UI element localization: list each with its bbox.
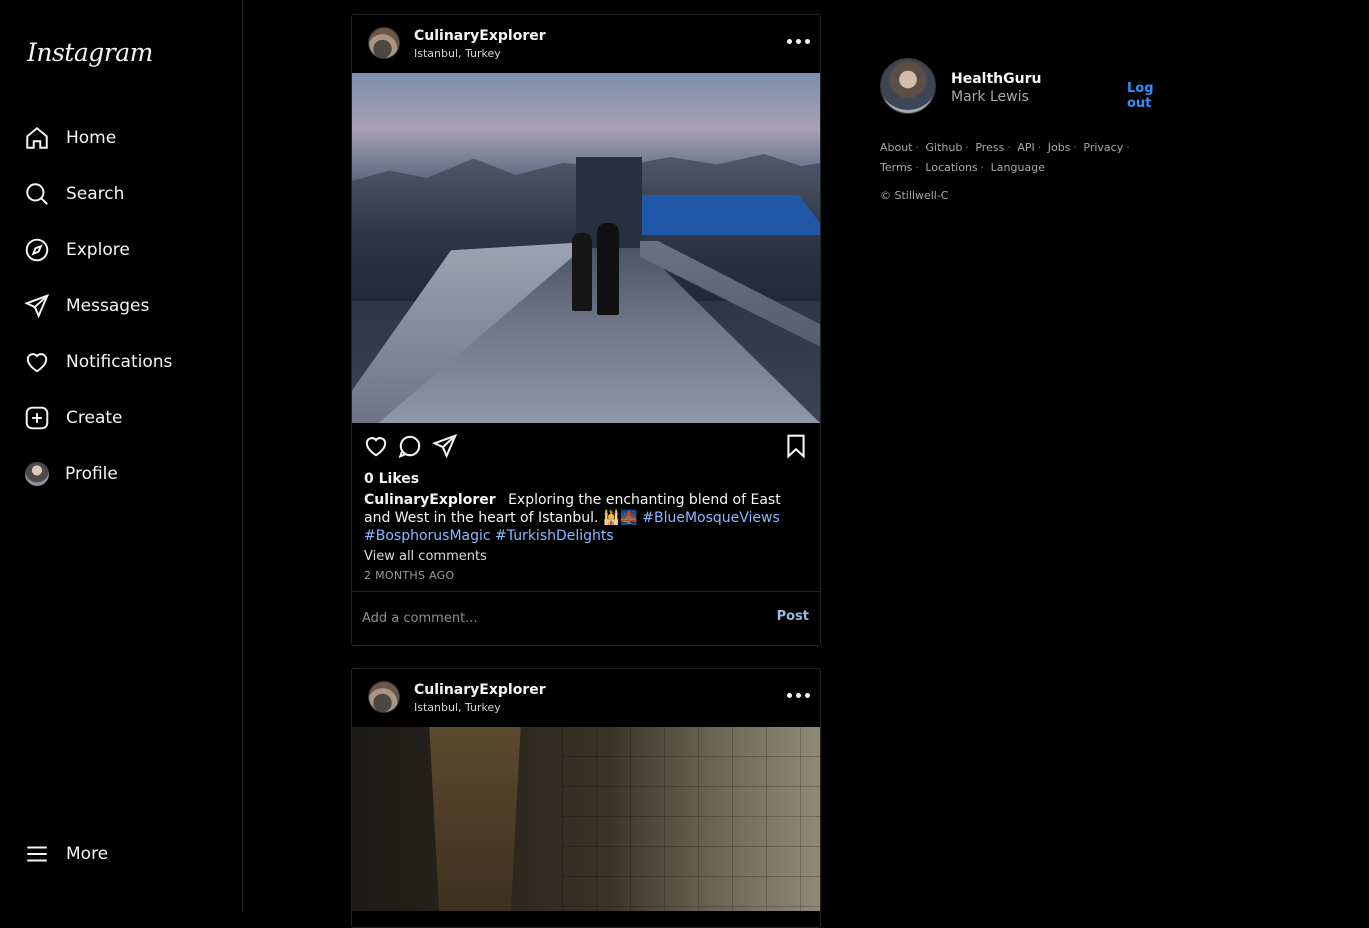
logout-button[interactable]: Log out	[1127, 81, 1180, 111]
hashtag[interactable]: #BlueMosqueViews	[642, 510, 780, 526]
sidebar-item-label: Home	[66, 128, 117, 148]
likes-count[interactable]: 0 Likes	[352, 467, 820, 489]
plus-square-icon	[25, 406, 49, 430]
footer-link-terms[interactable]: Terms	[880, 161, 912, 174]
hashtag[interactable]: #BosphorusMagic	[364, 528, 491, 544]
more-options-icon[interactable]	[784, 684, 812, 706]
send-icon	[24, 294, 50, 319]
footer-links: About · Github · Press · API · Jobs · Privacy…	[880, 141, 1130, 174]
sidebar-item-explore[interactable]: Explore	[24, 230, 130, 270]
post-location[interactable]: Istanbul, Turkey	[414, 701, 501, 714]
post: CulinaryExplorer Istanbul, Turkey 0 Like…	[351, 14, 821, 646]
sidebar-item-search[interactable]: Search	[24, 174, 124, 214]
sidebar-item-more[interactable]: More	[24, 834, 108, 874]
post-header: CulinaryExplorer Istanbul, Turkey	[352, 15, 820, 73]
sidebar-item-label: Explore	[66, 240, 130, 260]
more-options-icon[interactable]	[784, 30, 812, 52]
footer-link-github[interactable]: Github	[926, 141, 963, 154]
like-icon[interactable]	[363, 433, 389, 459]
compass-icon	[25, 238, 49, 262]
comment-icon[interactable]	[397, 433, 423, 459]
post-username[interactable]: CulinaryExplorer	[414, 682, 546, 698]
post-header: CulinaryExplorer Istanbul, Turkey	[352, 669, 820, 727]
menu-icon	[27, 846, 47, 862]
sidebar-item-label: Create	[66, 408, 123, 428]
footer-link-locations[interactable]: Locations	[925, 161, 977, 174]
post-image[interactable]	[352, 73, 820, 423]
search-icon	[26, 183, 48, 205]
footer-link-privacy[interactable]: Privacy	[1083, 141, 1123, 154]
post-username[interactable]: CulinaryExplorer	[414, 28, 546, 44]
post-timestamp: 2 MONTHS AGO	[364, 569, 455, 582]
bookmark-icon[interactable]	[783, 433, 809, 459]
share-icon[interactable]	[432, 433, 458, 459]
caption-username[interactable]: CulinaryExplorer	[364, 492, 496, 508]
sidebar-item-home[interactable]: Home	[24, 118, 116, 158]
current-user-name: Mark Lewis	[951, 89, 1029, 105]
home-icon	[26, 126, 48, 149]
sidebar-item-messages[interactable]: Messages	[24, 286, 149, 326]
footer-link-about[interactable]: About	[880, 141, 913, 154]
current-user-avatar[interactable]	[880, 58, 936, 114]
sidebar-item-label: Search	[66, 184, 125, 204]
post-actions	[352, 423, 820, 467]
instagram-logo[interactable]: Instagram	[27, 38, 153, 67]
view-all-comments-link[interactable]: View all comments	[352, 545, 820, 564]
sidebar-item-label: Profile	[65, 464, 118, 484]
copyright: © Stillwell-C	[880, 189, 949, 202]
comment-box: Post	[352, 591, 820, 645]
sidebar-item-notifications[interactable]: Notifications	[24, 342, 172, 382]
post-location[interactable]: Istanbul, Turkey	[414, 47, 501, 60]
post: CulinaryExplorer Istanbul, Turkey	[351, 668, 821, 928]
footer-link-api[interactable]: API	[1017, 141, 1034, 154]
hashtag[interactable]: #TurkishDelights	[495, 528, 614, 544]
sidebar-item-label: Notifications	[66, 352, 173, 372]
post-author-avatar[interactable]	[368, 27, 400, 59]
sidebar-item-create[interactable]: Create	[24, 398, 123, 438]
post-comment-button[interactable]: Post	[777, 609, 809, 624]
sidebar-item-label: More	[66, 844, 109, 864]
post-image[interactable]	[352, 727, 820, 911]
heart-icon	[26, 353, 48, 373]
sidebar-item-label: Messages	[66, 296, 150, 316]
sidebar-item-profile[interactable]: Profile	[24, 454, 118, 494]
current-user-username[interactable]: HealthGuru	[951, 71, 1041, 87]
footer-link-press[interactable]: Press	[975, 141, 1004, 154]
post-caption: CulinaryExplorer Exploring the enchantin…	[352, 489, 820, 545]
post-author-avatar[interactable]	[368, 681, 400, 713]
comment-input[interactable]	[362, 607, 752, 629]
footer-link-jobs[interactable]: Jobs	[1048, 141, 1071, 154]
avatar	[25, 462, 49, 486]
sidebar: Instagram Home Search Explore Messages N…	[0, 0, 243, 911]
footer-link-language[interactable]: Language	[991, 161, 1045, 174]
